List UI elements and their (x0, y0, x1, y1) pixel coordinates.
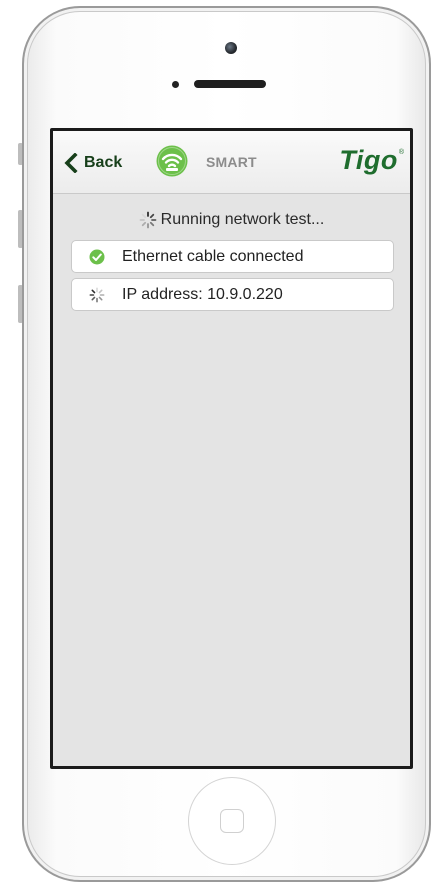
earpiece-speaker (194, 80, 266, 88)
home-button[interactable] (188, 777, 276, 865)
spinner-icon (139, 211, 157, 229)
check-row-ip-address: IP address: 10.9.0.220 (71, 278, 394, 311)
screen: Back SMART Tigo ® Running network test..… (50, 128, 413, 769)
front-camera (225, 42, 237, 54)
back-button[interactable]: Back (63, 151, 122, 175)
test-status-text: Running network test... (160, 211, 325, 228)
brand-logo: Tigo ® (339, 145, 404, 175)
app-view: Back SMART Tigo ® Running network test..… (53, 131, 410, 766)
brand-logo-text: Tigo (339, 145, 398, 175)
wifi-icon (156, 145, 188, 177)
navigation-bar: Back SMART Tigo ® (53, 131, 410, 194)
back-button-label: Back (84, 154, 123, 171)
check-row-ethernet: Ethernet cable connected (71, 240, 394, 273)
home-square-icon (220, 809, 244, 833)
mode-label: SMART (206, 154, 257, 170)
check-row-label: IP address: 10.9.0.220 (122, 285, 283, 303)
check-circle-icon (89, 249, 105, 264)
check-row-label: Ethernet cable connected (122, 247, 304, 265)
chevron-left-icon (64, 153, 78, 173)
device-frame: Back SMART Tigo ® Running network test..… (0, 0, 439, 887)
registered-mark: ® (398, 149, 404, 156)
proximity-sensor (172, 81, 179, 88)
spinner-icon (89, 287, 105, 302)
test-status: Running network test... (53, 208, 410, 232)
